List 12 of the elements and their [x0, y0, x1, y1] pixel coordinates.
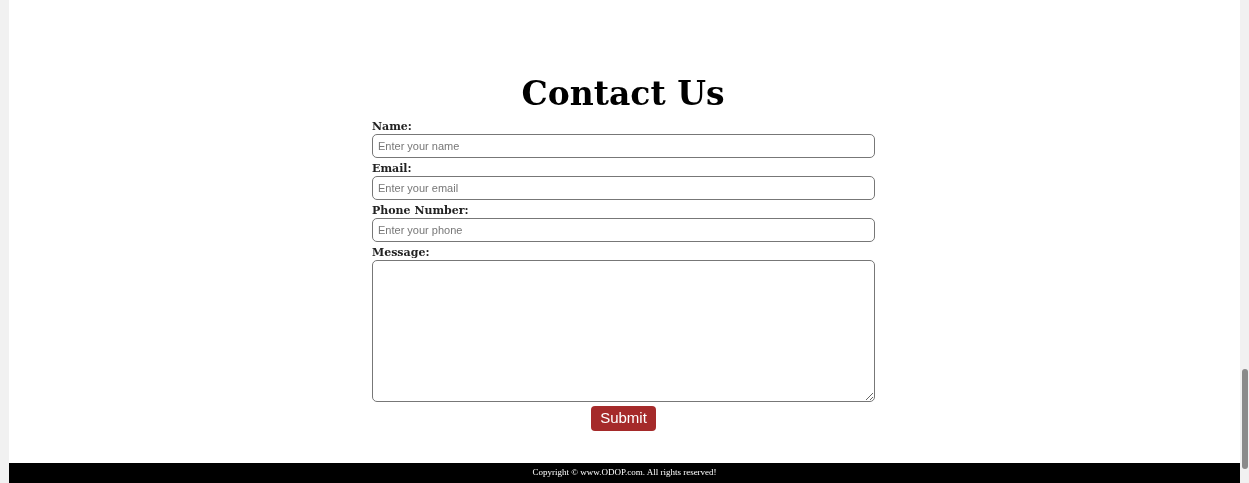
field-label: Phone Number:	[372, 203, 469, 218]
input-field[interactable]: Enter your phone	[372, 218, 875, 242]
input-field[interactable]: Enter your email	[372, 176, 875, 200]
message-field[interactable]	[372, 260, 875, 402]
input-field[interactable]: Enter your name	[372, 134, 875, 158]
field-label: Email:	[372, 161, 412, 176]
field-label: Message:	[372, 245, 430, 260]
scrollbar[interactable]	[1240, 0, 1249, 483]
copyright-text: Copyright © www.ODOP.com. All rights reserved!	[532, 466, 717, 480]
field-label: Name:	[372, 119, 412, 134]
page-heading: Contact Us	[521, 73, 725, 115]
submit-button[interactable]: Submit	[591, 406, 656, 431]
